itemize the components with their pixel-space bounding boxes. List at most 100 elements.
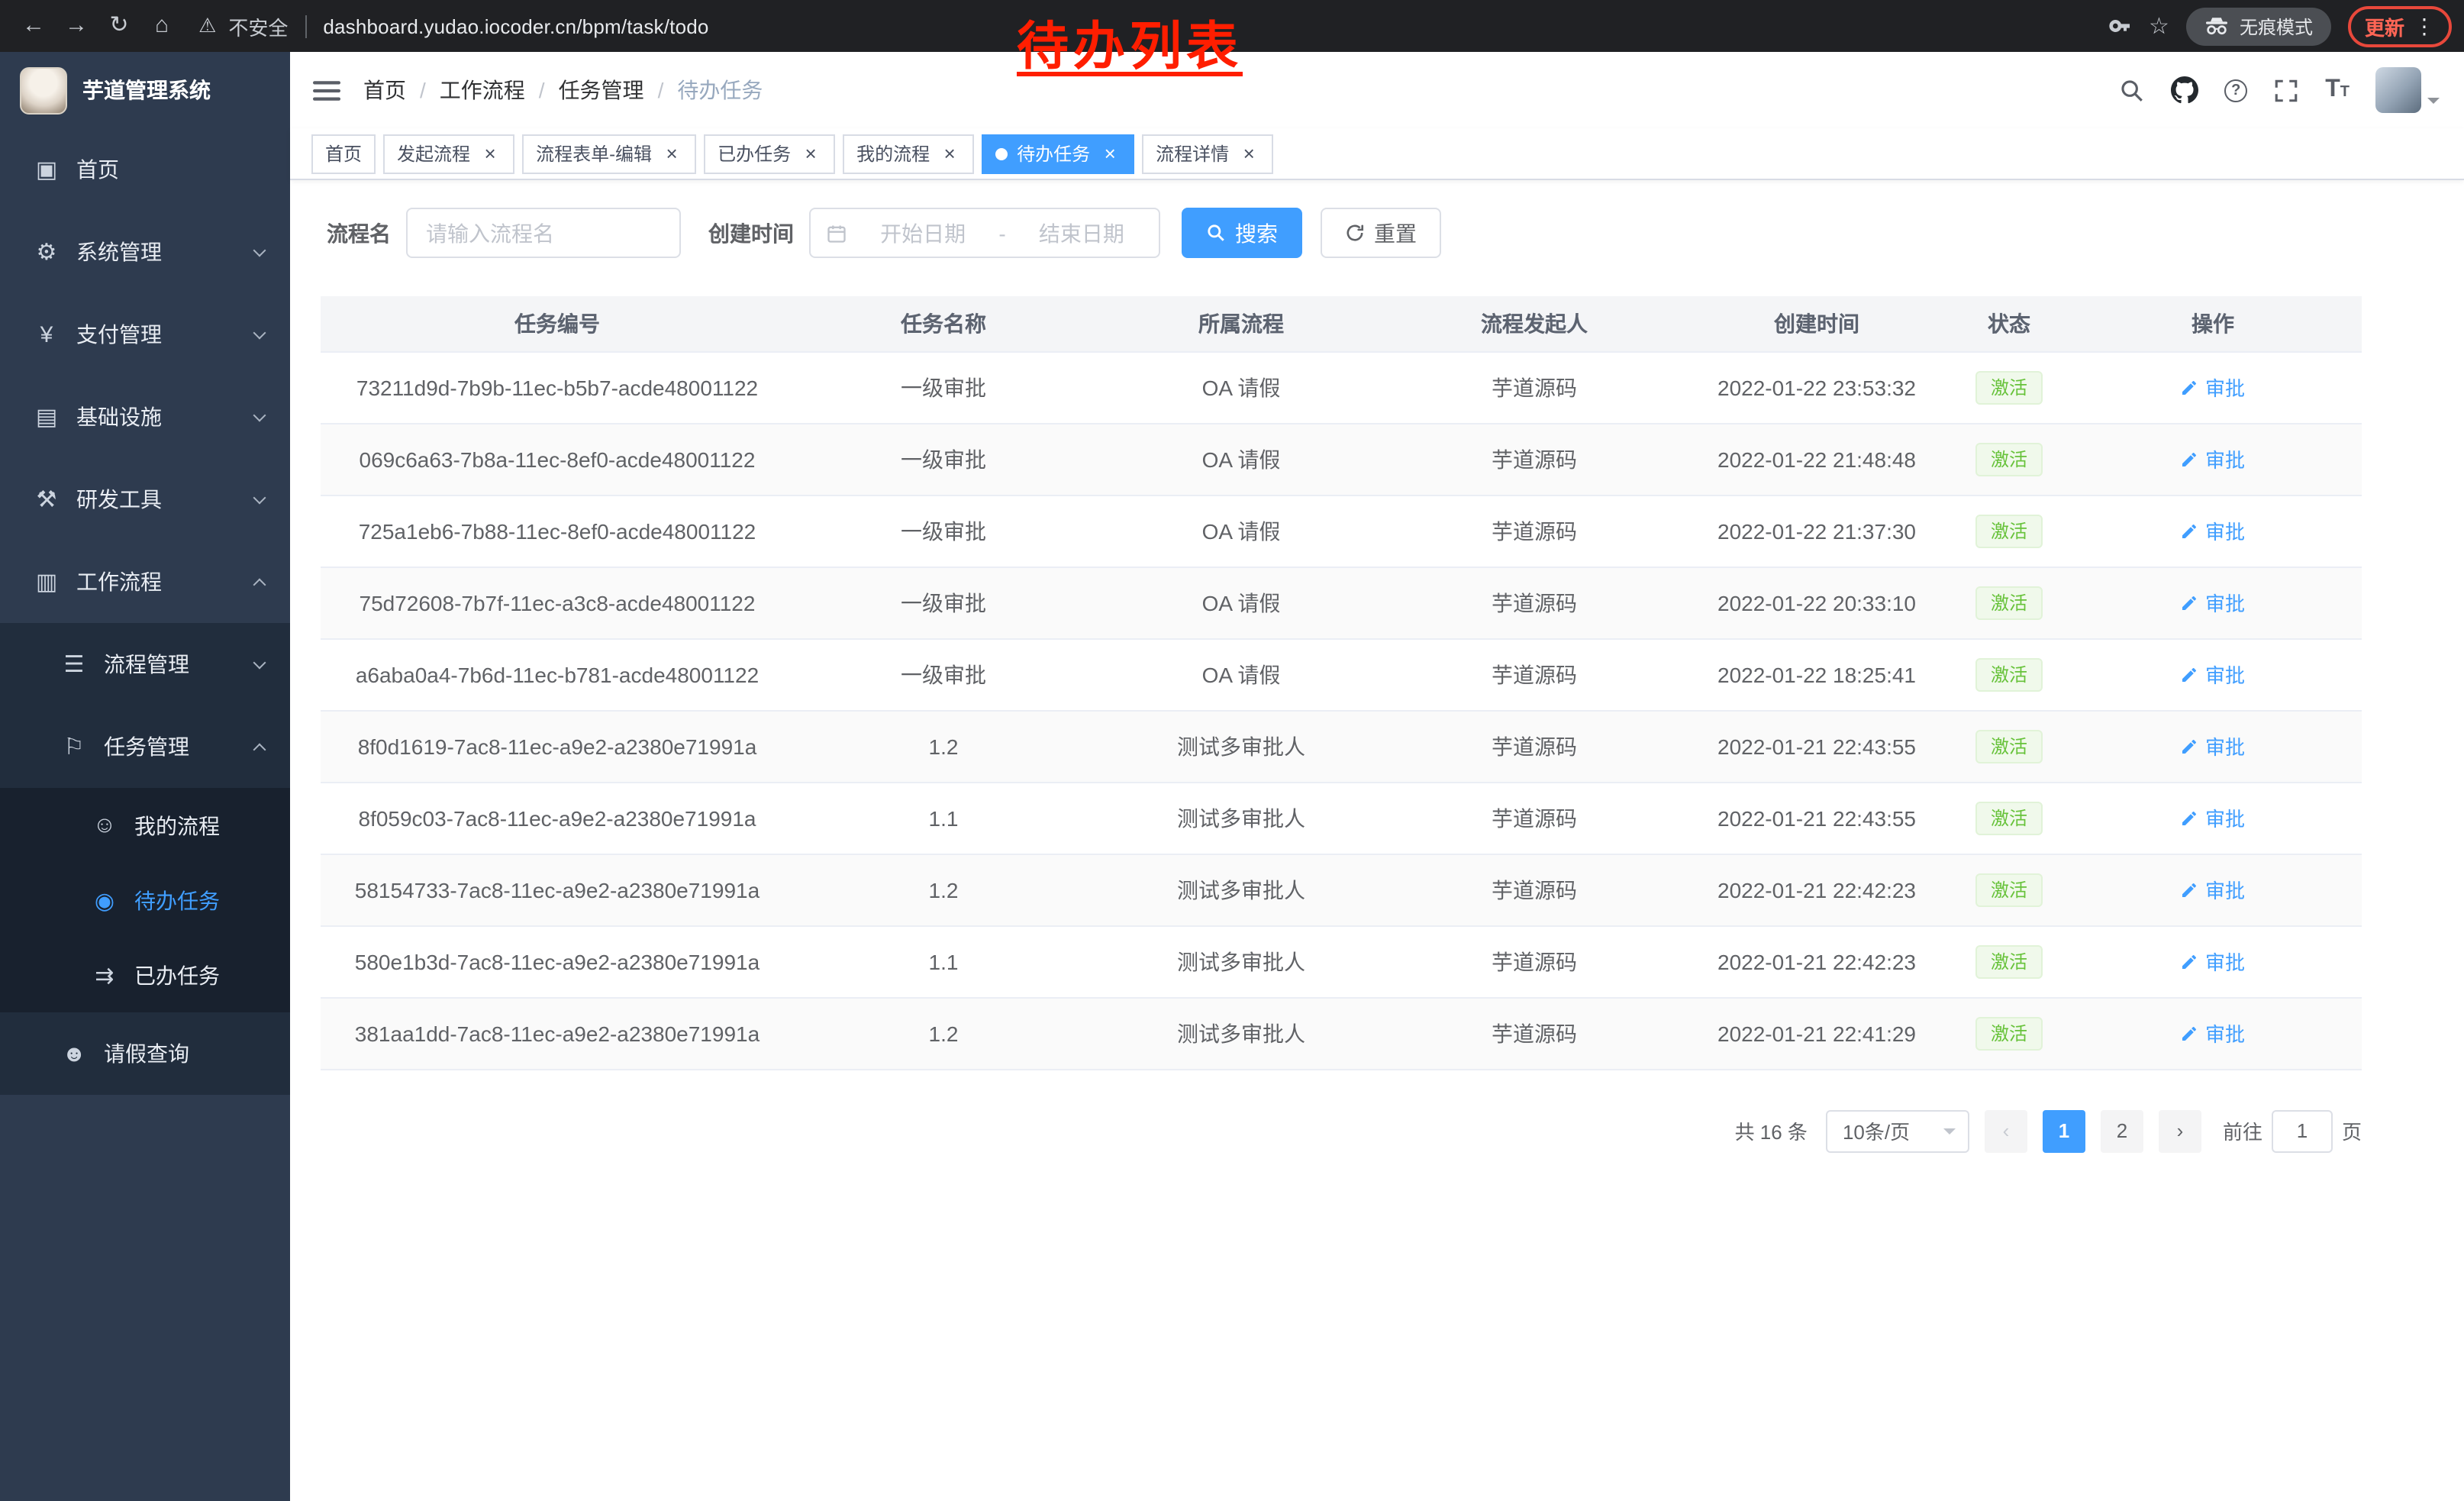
- cell-process: 测试多审批人: [1093, 925, 1389, 997]
- sidebar-item-leave-query[interactable]: ☻请假查询: [0, 1012, 290, 1095]
- reset-button-label: 重置: [1374, 218, 1417, 248]
- approve-link[interactable]: 审批: [2181, 803, 2245, 832]
- cell-status: 激活: [1954, 351, 2064, 423]
- date-range-separator: -: [998, 221, 1005, 245]
- top-navbar: 首页/工作流程/任务管理/待办任务 ?TT: [290, 52, 2464, 128]
- next-page-button[interactable]: ›: [2159, 1109, 2201, 1152]
- address-bar[interactable]: ⚠ 不安全 dashboard.yudao.iocoder.cn/bpm/tas…: [198, 11, 709, 40]
- cell-created: 2022-01-22 21:48:48: [1679, 423, 1954, 495]
- sidebar-toggle-icon[interactable]: [313, 79, 340, 102]
- chevron-down-icon: [253, 656, 266, 669]
- tab-start-process[interactable]: 发起流程×: [383, 134, 514, 173]
- back-icon[interactable]: ←: [12, 5, 55, 47]
- tab-label: 流程表单-编辑: [536, 140, 652, 166]
- browser-menu-icon[interactable]: ⋮: [2414, 13, 2435, 39]
- update-button[interactable]: 更新 ⋮: [2348, 5, 2452, 47]
- browser-actions: ☆ 无痕模式 更新 ⋮: [2108, 5, 2452, 47]
- search-icon[interactable]: [2119, 77, 2145, 103]
- workflow-icon: ▥: [31, 568, 63, 596]
- close-icon[interactable]: ×: [479, 143, 501, 164]
- forward-icon[interactable]: →: [55, 5, 98, 47]
- yen-icon: ¥: [31, 321, 63, 347]
- sidebar-item-payment-management[interactable]: ¥支付管理: [0, 293, 290, 376]
- app-logo[interactable]: 芋道管理系统: [0, 52, 290, 128]
- breadcrumb-item[interactable]: 任务管理: [559, 75, 644, 105]
- reset-button[interactable]: 重置: [1321, 208, 1441, 258]
- cell-action: 审批: [2064, 854, 2362, 925]
- key-icon[interactable]: [2108, 12, 2132, 40]
- approve-link[interactable]: 审批: [2181, 1018, 2245, 1047]
- sidebar-item-system-management[interactable]: ⚙系统管理: [0, 211, 290, 293]
- person-icon: ☻: [58, 1041, 90, 1067]
- approve-link[interactable]: 审批: [2181, 947, 2245, 976]
- sidebar-item-done-tasks[interactable]: ⇉已办任务: [0, 938, 290, 1012]
- approve-link[interactable]: 审批: [2181, 660, 2245, 689]
- sidebar-item-todo-tasks[interactable]: ◉待办任务: [0, 863, 290, 938]
- approve-link[interactable]: 审批: [2181, 588, 2245, 617]
- page-buttons: 12: [2027, 1109, 2143, 1152]
- sidebar-item-label: 基础设施: [76, 402, 162, 432]
- approve-link[interactable]: 审批: [2181, 516, 2245, 545]
- chevron-down-icon: [253, 244, 266, 257]
- pagination: 共 16 条 10条/页 ‹ 12 › 前往 页: [321, 1109, 2362, 1152]
- star-icon[interactable]: ☆: [2149, 12, 2169, 40]
- close-icon[interactable]: ×: [1099, 143, 1121, 164]
- close-icon[interactable]: ×: [800, 143, 821, 164]
- sidebar-item-dev-tools[interactable]: ⚒研发工具: [0, 458, 290, 541]
- sidebar-item-label: 研发工具: [76, 484, 162, 515]
- prev-page-button[interactable]: ‹: [1985, 1109, 2027, 1152]
- page-button-1[interactable]: 1: [2043, 1109, 2085, 1152]
- page-size-select[interactable]: 10条/页: [1826, 1109, 1969, 1152]
- user-menu[interactable]: [2375, 67, 2440, 113]
- sidebar-item-home[interactable]: ▣首页: [0, 128, 290, 211]
- sidebar-item-task-management[interactable]: ⚐任务管理: [0, 705, 290, 788]
- sidebar-item-my-processes[interactable]: ☺我的流程: [0, 788, 290, 863]
- task-row: 75d72608-7b7f-11ec-a3c8-acde48001122一级审批…: [321, 567, 2362, 638]
- close-icon[interactable]: ×: [661, 143, 682, 164]
- cell-action: 审批: [2064, 567, 2362, 638]
- approve-link[interactable]: 审批: [2181, 373, 2245, 402]
- sidebar-item-process-management[interactable]: ☰流程管理: [0, 623, 290, 705]
- sidebar-item-workflow[interactable]: ▥工作流程: [0, 541, 290, 623]
- cell-process: 测试多审批人: [1093, 854, 1389, 925]
- cell-process: OA 请假: [1093, 351, 1389, 423]
- fullscreen-icon[interactable]: [2273, 77, 2299, 103]
- approve-label: 审批: [2205, 373, 2245, 402]
- sidebar-item-infrastructure[interactable]: ▤基础设施: [0, 376, 290, 458]
- approve-label: 审批: [2205, 875, 2245, 904]
- close-icon[interactable]: ×: [1238, 143, 1259, 164]
- date-range-picker[interactable]: 开始日期 - 结束日期: [809, 208, 1160, 258]
- cell-id: 381aa1dd-7ac8-11ec-a9e2-a2380e71991a: [321, 997, 794, 1069]
- approve-link[interactable]: 审批: [2181, 875, 2245, 904]
- cell-initiator: 芋道源码: [1389, 423, 1679, 495]
- process-name-input[interactable]: [426, 221, 661, 245]
- goto-page-input[interactable]: [2272, 1109, 2333, 1152]
- cell-name: 一级审批: [794, 423, 1093, 495]
- tab-todo-tasks[interactable]: 待办任务×: [982, 134, 1134, 173]
- page-button-2[interactable]: 2: [2101, 1109, 2143, 1152]
- cell-status: 激活: [1954, 710, 2064, 782]
- approve-label: 审批: [2205, 588, 2245, 617]
- cell-status: 激活: [1954, 782, 2064, 854]
- page-size-value: 10条/页: [1843, 1116, 1910, 1145]
- home-icon[interactable]: ⌂: [140, 5, 183, 47]
- breadcrumb-item[interactable]: 工作流程: [440, 75, 525, 105]
- tab-my-processes[interactable]: 我的流程×: [843, 134, 974, 173]
- breadcrumb-item[interactable]: 首页: [363, 75, 406, 105]
- search-button[interactable]: 搜索: [1182, 208, 1302, 258]
- approve-link[interactable]: 审批: [2181, 444, 2245, 473]
- help-icon[interactable]: ?: [2224, 79, 2247, 102]
- sidebar-item-label: 我的流程: [134, 810, 220, 841]
- tab-home[interactable]: 首页: [311, 134, 376, 173]
- cell-created: 2022-01-22 21:37:30: [1679, 495, 1954, 567]
- github-icon[interactable]: [2171, 76, 2198, 104]
- tab-done-tasks[interactable]: 已办任务×: [704, 134, 835, 173]
- tab-process-form-edit[interactable]: 流程表单-编辑 ×: [522, 134, 696, 173]
- close-icon[interactable]: ×: [939, 143, 960, 164]
- tab-process-detail[interactable]: 流程详情×: [1142, 134, 1273, 173]
- refresh-icon[interactable]: ↻: [98, 5, 140, 47]
- task-row: 381aa1dd-7ac8-11ec-a9e2-a2380e71991a1.2测…: [321, 997, 2362, 1069]
- cell-id: 75d72608-7b7f-11ec-a3c8-acde48001122: [321, 567, 794, 638]
- font-size-icon[interactable]: TT: [2325, 78, 2350, 102]
- approve-link[interactable]: 审批: [2181, 731, 2245, 760]
